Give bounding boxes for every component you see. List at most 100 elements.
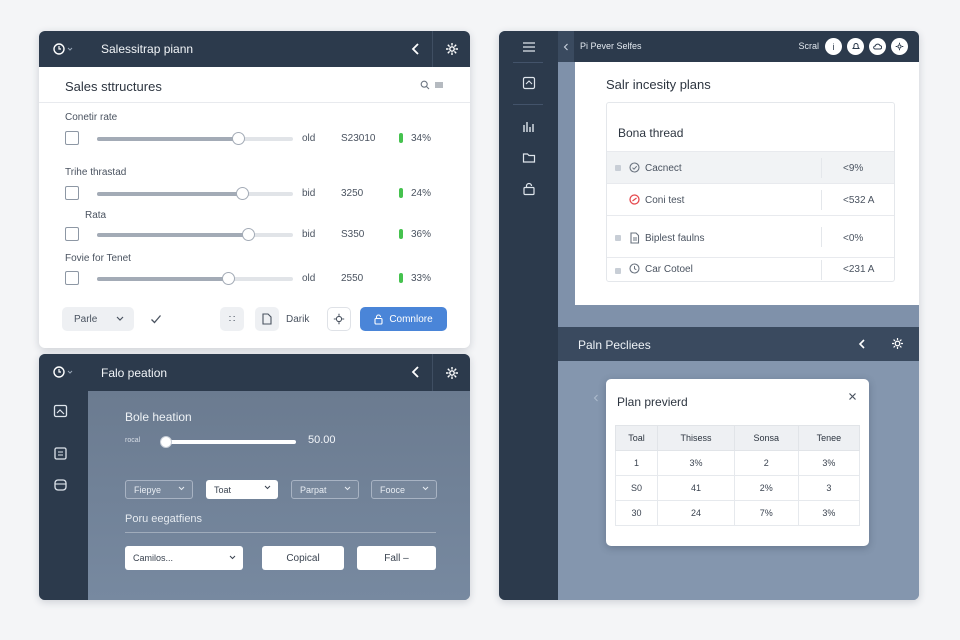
collapse-icon[interactable] [558,31,574,62]
row-checkbox[interactable] [65,186,79,200]
user-label[interactable]: Scral [798,41,819,51]
section-header: Sales sttructures [39,67,470,103]
back-icon[interactable] [410,365,422,379]
settings-icon[interactable] [891,337,904,350]
table-cell: 3% [797,450,861,476]
row-unit: old [302,273,316,284]
table-cell: S0 [614,475,659,501]
settings-icon[interactable] [891,38,908,55]
settings-icon[interactable] [432,31,470,67]
force-slider[interactable] [97,272,293,285]
dropdown-fooce[interactable]: Fooce [371,480,437,499]
slider-knob[interactable] [236,187,250,200]
sales-plan-panel: Salessitrap piann Sales sttructures Cone… [39,31,470,348]
clipboard-icon[interactable] [53,446,69,460]
section-title: Sales sttructures [65,79,162,94]
camilos-select[interactable]: Camilos... [125,546,243,570]
item-value: <231 A [843,264,875,275]
status-indicator [399,273,403,283]
column-header: Sonsa [733,425,799,451]
close-icon[interactable] [848,392,857,401]
row-percent: 33% [411,273,432,284]
row-checkbox[interactable] [65,227,79,241]
slider-knob[interactable] [232,132,246,145]
list-item[interactable]: Biplest faulns <0% [607,215,894,257]
threshold-slider[interactable] [97,187,293,200]
panel-b-heading: Bole heation [125,410,192,424]
column-header: Tenee [797,425,861,451]
row-bullet [615,268,621,274]
dropdown-fiepye[interactable]: Fiepye [125,480,193,499]
list-icon[interactable] [434,80,444,90]
divider [513,62,543,63]
clock-icon [629,263,640,274]
row-unit: old [302,133,316,144]
search-icon[interactable] [420,80,430,90]
image-icon[interactable] [53,404,69,418]
table-cell: 2% [733,475,799,501]
slider-row-label: Fovie for Tenet [65,253,131,264]
list-item[interactable]: Car Cotoel <231 A [607,257,894,281]
parle-select[interactable]: Parle [62,307,134,331]
dropdown-label: Parpat [300,484,327,495]
folder-icon[interactable] [522,151,536,165]
row-checkbox[interactable] [65,131,79,145]
panel-a-topbar: Salessitrap piann [39,31,470,67]
item-name: Cacnect [645,163,682,174]
value-slider[interactable] [160,436,296,448]
row-value: S350 [341,229,365,240]
slider-value: 50.00 [308,434,336,446]
fall-button[interactable]: Fall – [357,546,436,570]
bar-chart-icon[interactable] [522,120,536,134]
settings-icon[interactable] [432,354,470,391]
slider-row: bid S350 36% [39,227,470,247]
back-icon[interactable] [857,338,867,350]
row-unit: bid [302,188,316,199]
row-bullet [615,235,621,241]
panel-b-sidebar [39,391,88,600]
slider-fill [97,192,243,196]
section-tools [420,80,444,90]
info-icon[interactable]: i [825,38,842,55]
back-icon[interactable] [410,42,422,56]
dropdown-toat[interactable]: Toat [206,480,278,499]
dropdown-parpat[interactable]: Parpat [291,480,359,499]
notification-icon[interactable] [847,38,864,55]
chart-square-icon[interactable] [522,76,536,90]
item-value: <0% [843,233,864,244]
table-cell: 2 [733,450,799,476]
clock-menu-icon[interactable] [53,42,73,56]
panel-a-footer: Parle ∷ Darik Comnlore [39,307,470,333]
chevron-down-icon [422,486,429,491]
mini-button[interactable]: ∷ [220,307,244,331]
slider-knob[interactable] [160,436,172,448]
list-item[interactable]: Cacnect <9% [607,151,894,183]
box-icon[interactable] [53,478,69,492]
check-icon[interactable] [150,313,162,325]
divider [821,158,822,178]
clock-menu-icon[interactable] [53,365,73,379]
row-checkbox[interactable] [65,271,79,285]
list-item[interactable]: Coni test <532 A [607,183,894,215]
doc-button[interactable] [255,307,279,331]
slider-knob[interactable] [222,272,236,285]
rate-slider-2[interactable] [97,228,293,241]
mark-label[interactable]: Darik [286,314,309,325]
menu-icon[interactable] [522,41,536,53]
table-cell: 1 [614,450,659,476]
cloud-icon[interactable] [869,38,886,55]
item-name: Biplest faulns [645,233,705,244]
check-circle-icon [629,162,640,173]
slider-row-label: Rata [85,210,107,221]
slider-knob[interactable] [241,228,255,241]
copical-button[interactable]: Copical [262,546,344,570]
rate-slider[interactable] [97,132,293,145]
slider-row-label: Conetir rate [65,112,118,123]
confirm-button[interactable]: Comnlore [360,307,447,331]
lock-doc-icon[interactable] [522,182,536,196]
chevron-left-icon[interactable] [593,394,599,402]
gear-button[interactable] [327,307,351,331]
select-label: Parle [74,313,98,325]
chevron-down-icon [178,486,185,491]
plans-card: Salr incesity plans Bona thread Cacnect … [575,62,919,305]
